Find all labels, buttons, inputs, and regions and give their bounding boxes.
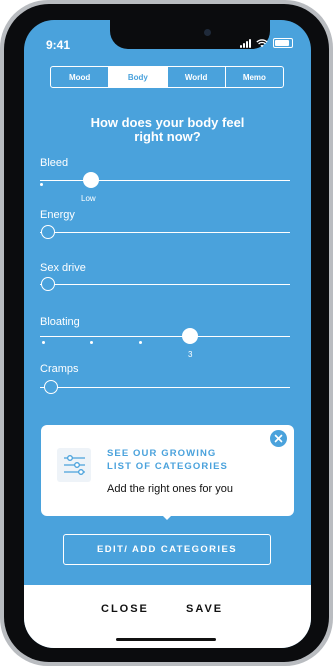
slider-step-dot: [139, 341, 142, 344]
status-icons: [240, 38, 293, 48]
tab-body[interactable]: Body: [109, 67, 168, 87]
slider-step-dot: [90, 341, 93, 344]
slider-thumb-bloating[interactable]: [182, 328, 198, 344]
edit-add-categories-button[interactable]: EDIT/ ADD CATEGORIES: [63, 534, 271, 565]
slider-label-cramps: Cramps: [40, 363, 79, 375]
signal-icon: [240, 38, 251, 48]
camera-icon: [204, 29, 211, 36]
slider-track-bleed[interactable]: [40, 180, 290, 182]
slider-label-bleed: Bleed: [40, 157, 69, 169]
slider-label-bloating: Bloating: [40, 316, 80, 328]
tab-memo[interactable]: Memo: [226, 67, 283, 87]
card-pointer: [159, 512, 175, 520]
app-screen: 9:41 Mood Body World Memo How does your …: [24, 20, 311, 648]
tab-mood[interactable]: Mood: [51, 67, 110, 87]
close-icon[interactable]: [270, 430, 287, 447]
card-title-line-1: SEE OUR GROWING: [107, 448, 217, 459]
tab-world[interactable]: World: [168, 67, 226, 87]
question-line-2: right now?: [134, 129, 201, 144]
status-time: 9:41: [46, 38, 71, 52]
close-button[interactable]: CLOSE: [101, 603, 149, 615]
bottom-action-bar: CLOSE SAVE: [24, 585, 311, 648]
slider-value-bloating: 3: [188, 350, 193, 359]
save-button[interactable]: SAVE: [186, 603, 223, 615]
slider-step-dot: [42, 341, 45, 344]
slider-thumb-cramps[interactable]: [44, 380, 58, 394]
slider-track-bloating[interactable]: [40, 336, 290, 338]
slider-label-energy: Energy: [40, 209, 75, 221]
battery-icon: [273, 38, 293, 48]
home-indicator[interactable]: [116, 638, 216, 641]
card-title: SEE OUR GROWING LIST OF CATEGORIES: [107, 447, 228, 473]
categories-info-card: SEE OUR GROWING LIST OF CATEGORIES Add t…: [41, 425, 294, 516]
slider-label-sex-drive: Sex drive: [40, 262, 86, 274]
question-line-1: How does your body feel: [90, 115, 245, 130]
slider-value-bleed: Low: [81, 194, 96, 203]
slider-thumb-energy[interactable]: [41, 225, 55, 239]
page-question: How does your body feel right now?: [24, 116, 311, 144]
slider-step-dot: [40, 183, 43, 186]
category-tabs: Mood Body World Memo: [50, 66, 284, 88]
slider-thumb-sex-drive[interactable]: [41, 277, 55, 291]
card-subtitle: Add the right ones for you: [107, 483, 233, 495]
slider-track-cramps[interactable]: [40, 387, 290, 389]
slider-track-sex-drive[interactable]: [40, 284, 290, 286]
slider-track-energy[interactable]: [40, 232, 290, 234]
slider-thumb-bleed[interactable]: [83, 172, 99, 188]
sliders-icon: [57, 448, 91, 482]
card-title-line-2: LIST OF CATEGORIES: [107, 461, 228, 472]
wifi-icon: [256, 38, 268, 47]
